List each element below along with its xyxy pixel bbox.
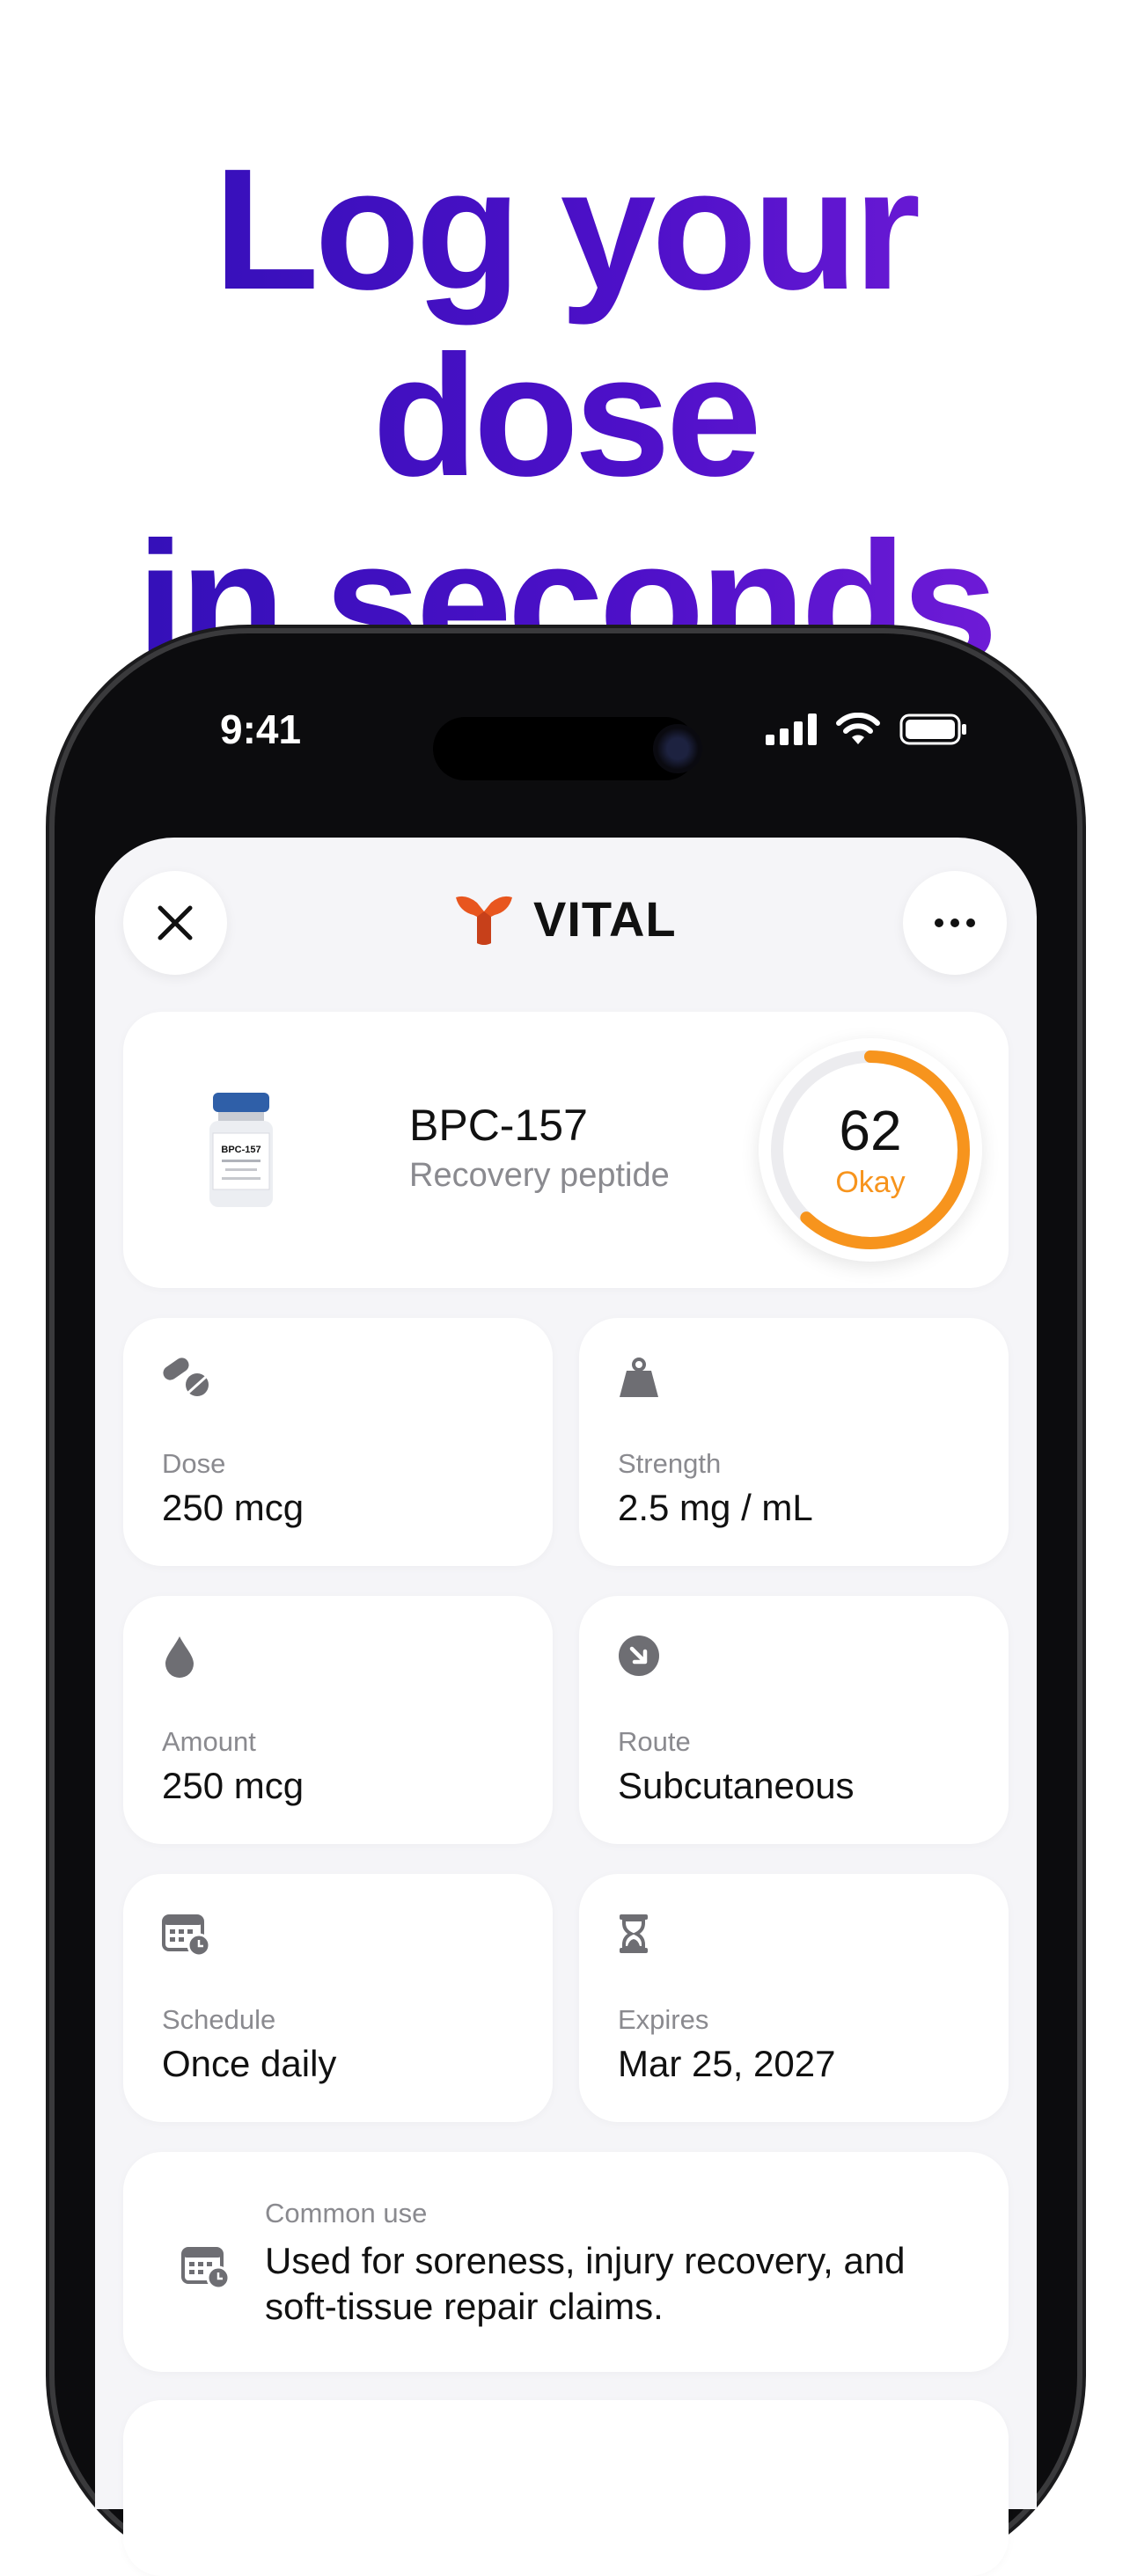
peptide-name: BPC-157 (409, 1101, 588, 1150)
expires-tile[interactable]: Expires Mar 25, 2027 (579, 1874, 1009, 2122)
close-button[interactable] (123, 871, 227, 975)
vial-label: BPC-157 (221, 1145, 260, 1155)
common-use-card[interactable]: Common use Used for soreness, injury rec… (123, 2152, 1009, 2372)
score-value: 62 (839, 1099, 902, 1162)
status-time: 9:41 (220, 706, 302, 752)
tile-value: 250 mcg (162, 1487, 305, 1528)
status-bar: 9:41 (55, 695, 1077, 783)
cellular-signal-icon (766, 714, 817, 745)
battery-icon (899, 714, 966, 745)
more-button[interactable] (903, 871, 1007, 975)
calendar-clock-icon (162, 1914, 211, 1957)
wifi-icon (836, 713, 880, 744)
route-tile[interactable]: Route Subcutaneous (579, 1596, 1009, 1844)
score-ring[interactable]: 62 Okay (759, 1038, 982, 1262)
pills-icon (163, 1358, 209, 1396)
tile-value: Once daily (162, 2043, 337, 2084)
tile-label: Strength (618, 1448, 722, 1479)
next-card[interactable] (123, 2400, 1009, 2576)
calendar-clock-icon (181, 2247, 231, 2289)
hourglass-icon (620, 1914, 648, 1953)
tile-label: Expires (618, 2004, 709, 2035)
amount-tile[interactable]: Amount 250 mcg (123, 1596, 553, 1844)
close-icon (158, 905, 193, 940)
vital-logo-icon (456, 896, 512, 945)
schedule-tile[interactable]: Schedule Once daily (123, 1874, 553, 2122)
more-icon (935, 918, 975, 927)
weight-icon (620, 1358, 658, 1397)
peptide-subtitle: Recovery peptide (409, 1157, 670, 1194)
common-use-text: Used for soreness, injury recovery, and … (265, 2240, 906, 2327)
common-use-label: Common use (265, 2198, 428, 2228)
headline-line-1: Log your dose (213, 133, 917, 512)
tile-label: Route (618, 1726, 691, 1757)
vial-image: BPC-157 (209, 1093, 273, 1207)
peptide-card[interactable]: BPC-157 BPC-157 Recovery peptide 62 Okay (123, 1012, 1009, 1288)
tile-value: 250 mcg (162, 1765, 305, 1806)
front-camera (653, 724, 702, 773)
tile-label: Amount (162, 1726, 256, 1757)
strength-tile[interactable]: Strength 2.5 mg / mL (579, 1318, 1009, 1566)
headline: Log your dose in seconds (0, 136, 1130, 696)
app-logo: VITAL (454, 890, 677, 948)
tile-label: Dose (162, 1448, 226, 1479)
tile-value: Subcutaneous (618, 1765, 855, 1806)
tile-value: Mar 25, 2027 (618, 2043, 836, 2084)
drop-icon (165, 1636, 194, 1678)
dose-tile[interactable]: Dose 250 mcg (123, 1318, 553, 1566)
app-screen: VITAL BPC-157 BPC-157 Recovery peptide 6… (95, 838, 1037, 2576)
app-title: VITAL (533, 891, 677, 947)
arrow-down-right-circle-icon (619, 1636, 659, 1676)
score-label: Okay (835, 1166, 906, 1199)
tile-label: Schedule (162, 2004, 276, 2035)
tile-value: 2.5 mg / mL (618, 1487, 813, 1528)
